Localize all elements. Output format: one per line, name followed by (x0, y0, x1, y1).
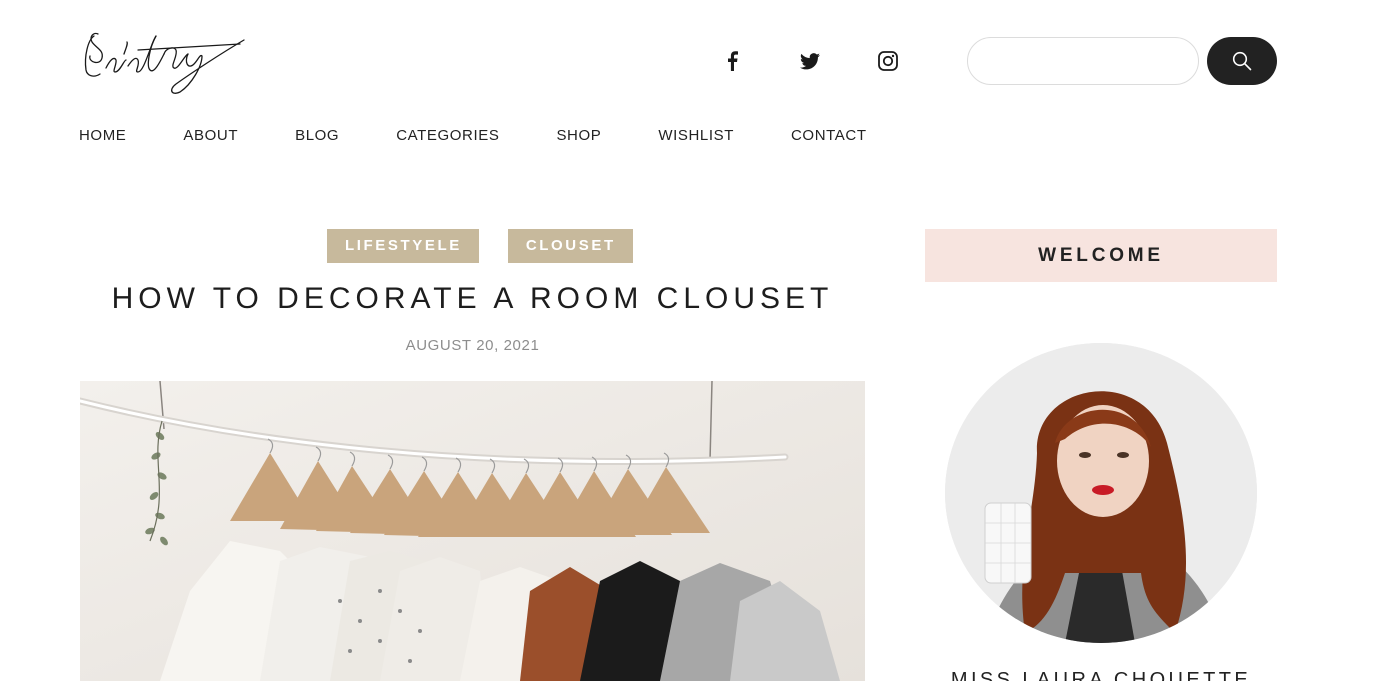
author-name: MISS LAURA CHOUETTE (950, 669, 1252, 681)
search-input[interactable] (967, 37, 1199, 85)
post-title[interactable]: HOW TO DECORATE A ROOM CLOUSET (80, 282, 865, 316)
nav-categories[interactable]: CATEGORIES (396, 127, 499, 144)
nav-contact[interactable]: CONTACT (791, 127, 867, 144)
signature-logo (84, 32, 245, 94)
clothes-rack-illustration (80, 381, 865, 681)
blog-page: HOME ABOUT BLOG CATEGORIES SHOP WISHLIST… (0, 0, 1374, 681)
category-tag-closet[interactable]: CLOUSET (507, 229, 633, 263)
twitter-icon[interactable] (800, 48, 820, 74)
instagram-icon[interactable] (878, 48, 898, 74)
main-nav: HOME ABOUT BLOG CATEGORIES SHOP WISHLIST… (79, 127, 867, 144)
search-icon (1232, 51, 1252, 71)
nav-blog[interactable]: BLOG (295, 127, 339, 144)
search-button[interactable] (1207, 37, 1277, 85)
post-categories: LIFESTYELE CLOUSET (327, 229, 633, 263)
nav-home[interactable]: HOME (79, 127, 126, 144)
nav-wishlist[interactable]: WISHLIST (658, 127, 734, 144)
post-featured-image[interactable] (80, 381, 865, 681)
nav-about[interactable]: ABOUT (183, 127, 238, 144)
site-logo[interactable] (80, 26, 250, 98)
post-date: AUGUST 20, 2021 (405, 337, 540, 354)
facebook-icon[interactable] (722, 48, 742, 74)
social-links (722, 48, 898, 74)
welcome-heading: WELCOME (925, 229, 1277, 282)
nav-shop[interactable]: SHOP (556, 127, 601, 144)
category-tag-lifestyle[interactable]: LIFESTYELE (327, 229, 479, 263)
author-avatar (945, 343, 1257, 643)
author-portrait (945, 343, 1257, 643)
